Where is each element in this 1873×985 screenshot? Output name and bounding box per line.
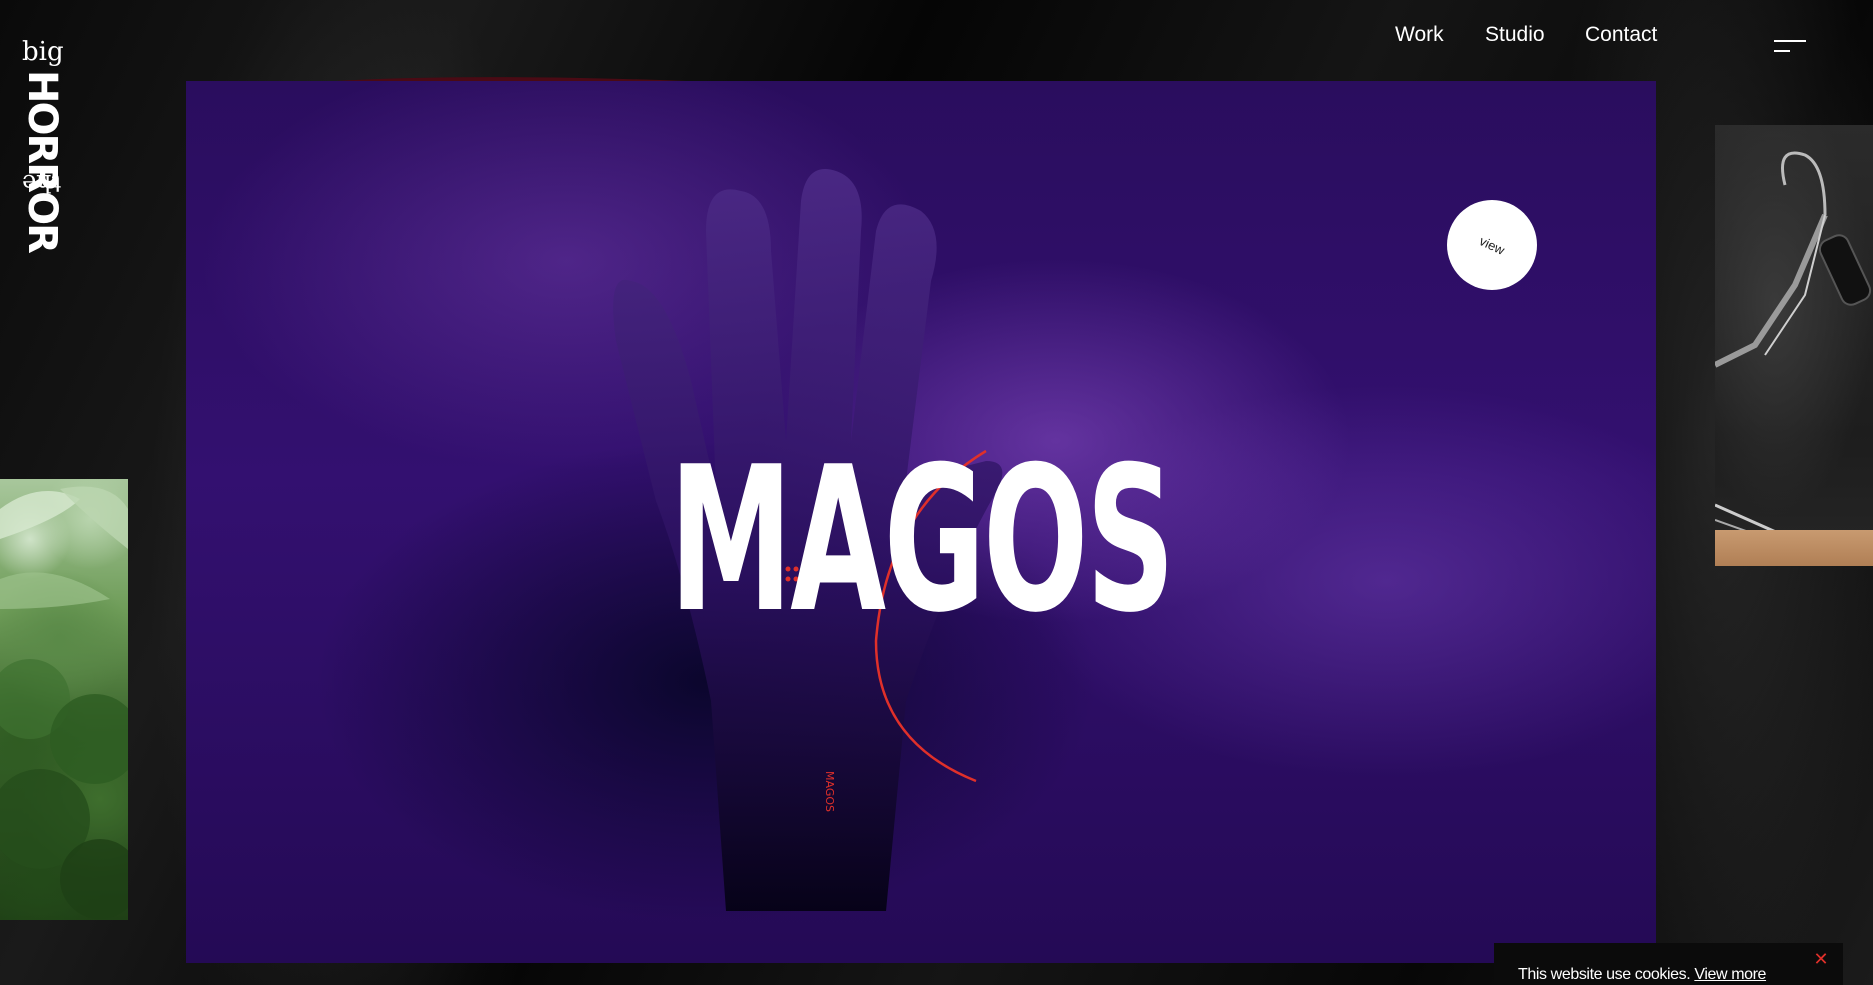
logo-big: big (22, 37, 64, 67)
close-icon[interactable]: ✕ (1811, 949, 1831, 969)
view-button[interactable]: view (1447, 200, 1537, 290)
desk-surface (1715, 530, 1873, 566)
side-project-image-right[interactable] (1715, 125, 1873, 566)
glove-label: MAGOS (823, 771, 836, 812)
hero-project-card[interactable]: MAGOS MAGOS view (186, 81, 1656, 963)
hamburger-icon[interactable] (1772, 38, 1808, 58)
cookie-message: This website use cookies. (1518, 966, 1691, 983)
cookie-view-more-link[interactable]: View more (1694, 966, 1766, 983)
view-button-label: view (1477, 232, 1507, 258)
nav-studio[interactable]: Studio (1485, 20, 1545, 50)
logo[interactable]: big HORROR the (18, 37, 66, 252)
logo-the: the (22, 169, 62, 197)
page: big HORROR the Work Studio Contact MAGOS… (0, 0, 1873, 985)
nav-contact[interactable]: Contact (1585, 20, 1657, 50)
cookie-banner: This website use cookies. View more ✕ (1494, 943, 1843, 985)
logo-horror: HORROR (19, 70, 65, 252)
cookie-message-row: This website use cookies. View more (1518, 965, 1766, 985)
microphone-arm-image (1715, 151, 1872, 547)
nav-work[interactable]: Work (1395, 20, 1444, 50)
hero-title: MAGOS (669, 424, 1175, 657)
banana-leaves-image (0, 486, 128, 919)
side-project-image-left[interactable] (0, 479, 128, 920)
